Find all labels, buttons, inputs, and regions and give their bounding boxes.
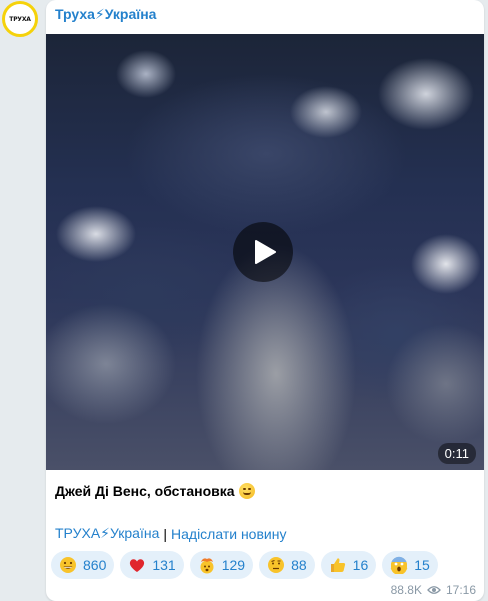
video-duration-badge: 0:11 xyxy=(437,443,476,464)
reaction-count: 131 xyxy=(152,557,176,573)
link-separator: | xyxy=(163,525,167,542)
reaction-count: 16 xyxy=(352,557,369,573)
reaction-count: 88 xyxy=(291,557,307,573)
reaction-heart[interactable]: 131 xyxy=(120,551,184,579)
raised-eyebrow-face-icon xyxy=(267,556,285,574)
view-count: 88.8K xyxy=(390,583,422,597)
channel-avatar[interactable]: ТРУХА xyxy=(2,1,38,37)
post-links: ТРУХА⚡Україна | Надіслати новину xyxy=(55,525,286,542)
caption-text: Джей Ді Венс, обстановка xyxy=(55,483,235,499)
grinning-face-icon xyxy=(238,483,255,499)
channel-link[interactable]: ТРУХА⚡Україна xyxy=(55,525,159,542)
screaming-face-icon xyxy=(390,556,408,574)
message-time: 17:16 xyxy=(445,583,476,597)
channel-name[interactable]: Труха⚡Україна xyxy=(55,6,156,23)
play-icon xyxy=(255,240,276,264)
eye-icon xyxy=(427,586,441,594)
reaction-exploding-head[interactable]: 129 xyxy=(189,551,254,579)
reaction-thumbs-up[interactable]: 16 xyxy=(320,551,377,579)
thumbs-up-icon xyxy=(329,556,347,574)
reactions-bar: 860 131 129 88 16 15 xyxy=(51,551,438,579)
grinning-face-icon xyxy=(59,556,77,574)
reaction-screaming[interactable]: 15 xyxy=(382,551,438,579)
reaction-count: 15 xyxy=(414,557,430,573)
message-meta: 88.8K 17:16 xyxy=(391,583,476,597)
reaction-raised-eyebrow[interactable]: 88 xyxy=(259,551,315,579)
play-button[interactable] xyxy=(233,222,293,282)
reaction-grinning[interactable]: 860 xyxy=(51,551,115,579)
exploding-head-icon xyxy=(198,556,216,574)
message-bubble: Труха⚡Україна 0:11 Джей Ді Венс, обстано… xyxy=(46,0,484,601)
reaction-count: 860 xyxy=(83,557,107,573)
video-preview[interactable]: 0:11 xyxy=(46,34,484,470)
submit-news-link[interactable]: Надіслати новину xyxy=(171,526,286,542)
reaction-count: 129 xyxy=(221,557,246,573)
post-caption: Джей Ді Венс, обстановка xyxy=(55,483,255,499)
avatar-logo-text: ТРУХА xyxy=(9,15,31,23)
red-heart-icon xyxy=(128,556,146,574)
